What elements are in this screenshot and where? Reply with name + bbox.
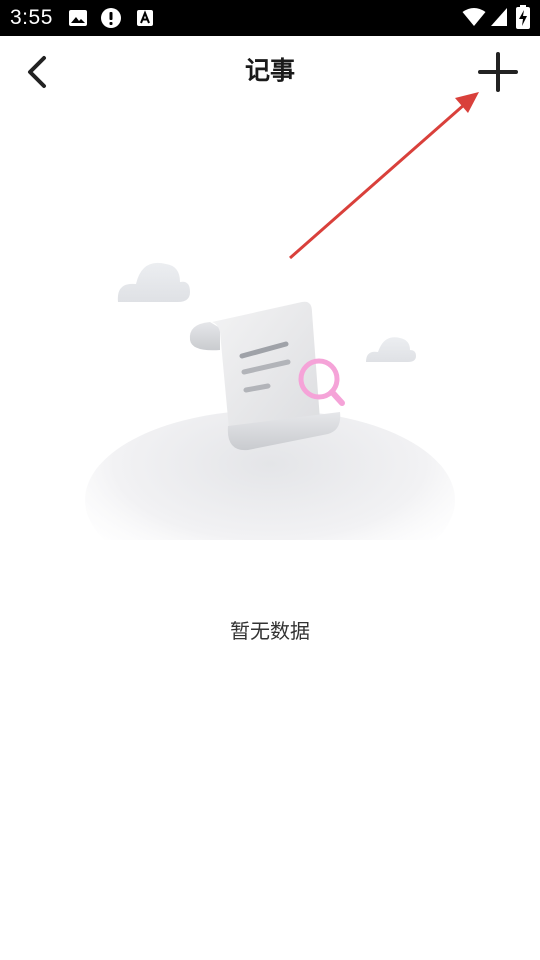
empty-state-illustration — [80, 240, 460, 590]
font-icon — [136, 9, 154, 31]
alert-icon — [100, 7, 122, 33]
signal-icon — [490, 7, 508, 31]
status-time: 3:55 — [10, 6, 53, 29]
page-title: 记事 — [244, 56, 295, 85]
cloud-left-icon — [117, 262, 190, 302]
status-bar: 3:55 — [0, 0, 540, 36]
plus-icon — [474, 52, 522, 100]
add-button[interactable] — [474, 48, 522, 96]
empty-state-message: 暂无数据 — [230, 619, 310, 643]
battery-charging-icon — [516, 5, 530, 33]
nav-bar: 记事 — [0, 36, 540, 108]
image-icon — [68, 9, 88, 31]
wifi-icon — [462, 7, 486, 31]
cloud-right-icon — [366, 337, 416, 362]
